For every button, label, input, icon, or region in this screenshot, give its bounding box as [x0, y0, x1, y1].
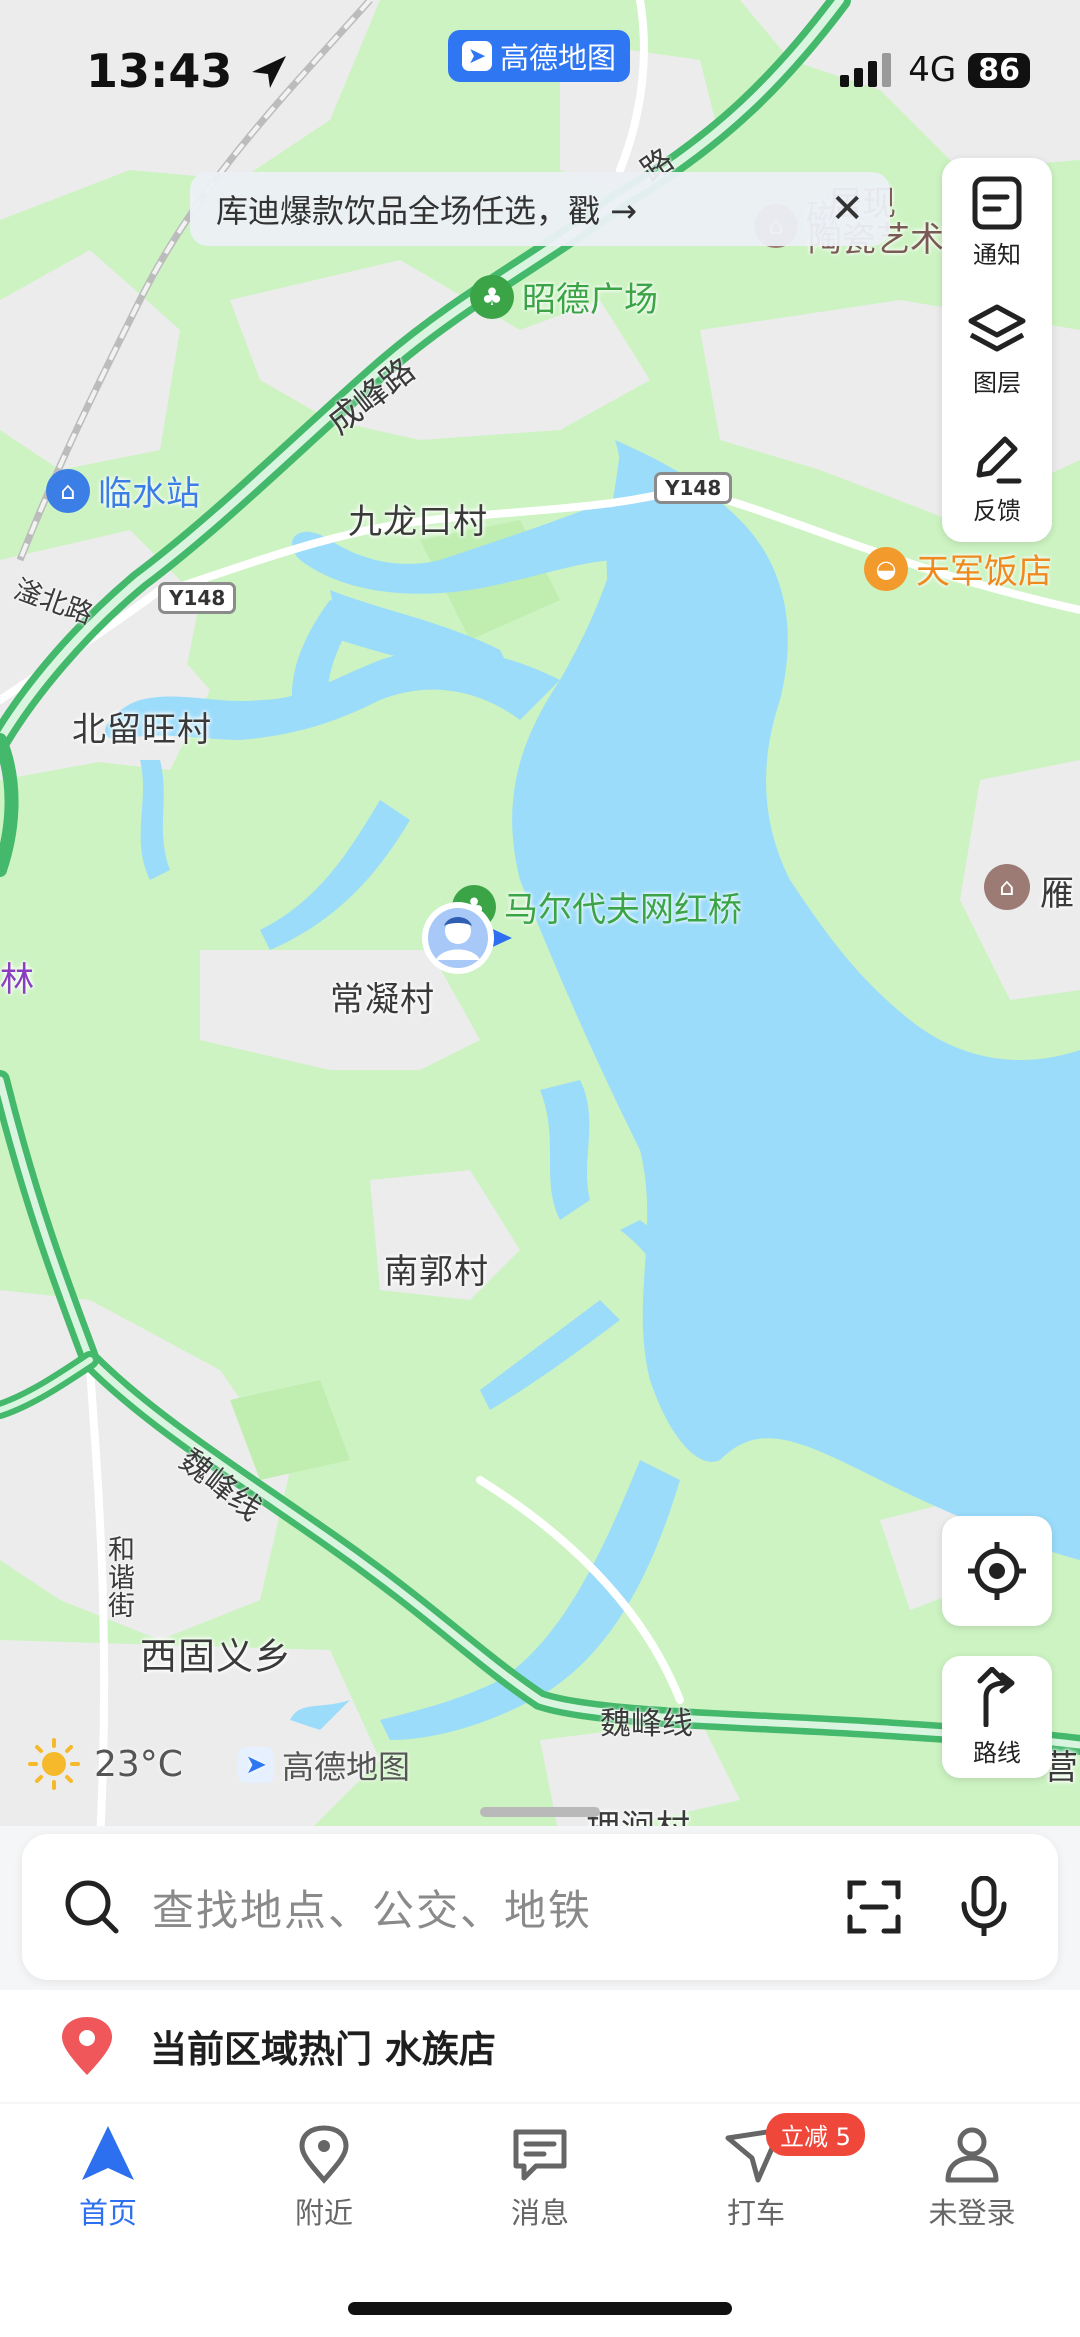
sheet-drag-handle[interactable] [480, 1807, 600, 1817]
layers-icon [968, 304, 1026, 351]
status-time: 13:43 [86, 44, 288, 98]
tab-label: 首页 [78, 2196, 137, 2230]
tab-label: 消息 [510, 2196, 569, 2230]
road-label-weifeng-2: 魏峰线 [600, 1706, 693, 1742]
search-bar[interactable]: 查找地点、公交、地铁 [22, 1834, 1058, 1980]
poi-label: 马尔代夫网红桥 [504, 890, 742, 930]
edit-icon [976, 436, 1022, 483]
microphone-icon[interactable] [960, 1876, 1008, 1938]
tab-label: 附近 [294, 2196, 353, 2230]
station-icon: ⌂ [46, 468, 90, 513]
layers-label: 图层 [973, 368, 1021, 397]
village-label[interactable]: 九龙口村 [348, 494, 488, 543]
township-label[interactable]: 西固义乡 [140, 1626, 292, 1680]
promo-banner-text: 库迪爆款饮品全场任选，戳 → [216, 192, 637, 230]
navigation-arrow-icon [82, 2126, 134, 2180]
search-icon [65, 1880, 119, 1934]
notify-label: 通知 [973, 240, 1021, 269]
road-shield-y148: Y148 [158, 582, 237, 614]
poi-label: 昭德广场 [522, 280, 658, 320]
edge-label: 雁 [1040, 874, 1075, 914]
notification-icon [972, 176, 1022, 229]
edge-label: 林 [0, 960, 35, 1000]
sun-icon [28, 1738, 80, 1790]
tab-profile[interactable]: 未登录 [902, 2124, 1042, 2232]
poi-linshui-station[interactable]: ⌂ 临水站 [46, 466, 200, 515]
feedback-button[interactable]: 反馈 [969, 431, 1025, 526]
network-type: 4G [908, 50, 957, 90]
search-input[interactable]: 查找地点、公交、地铁 [152, 1877, 844, 1938]
village-label[interactable]: 南郭村 [384, 1244, 489, 1293]
status-right: 4G 86 [840, 50, 1030, 90]
village-label[interactable]: 常凝村 [330, 972, 435, 1021]
amap-map-logo: ➤ 高德地图 [238, 1742, 410, 1788]
amap-brand-pill[interactable]: ➤ 高德地图 [448, 30, 630, 82]
poi-label: 天军饭店 [916, 552, 1052, 592]
feedback-label: 反馈 [973, 496, 1021, 525]
map-canvas[interactable]: 成峰路 路 滏北路 魏峰线 魏峰线 和 谐 街 Y148 Y148 九龙口村 北… [0, 0, 1080, 1840]
poi-tianjun-restaurant[interactable]: ◒ 天军饭店 [864, 544, 1052, 593]
message-icon [513, 2129, 567, 2181]
poi-zhaode-square[interactable]: ♣ 昭德广场 [470, 272, 658, 321]
amap-logo-icon: ➤ [461, 41, 492, 71]
temple-icon[interactable]: ⌂ [984, 864, 1030, 910]
location-services-icon [252, 56, 287, 88]
tab-label: 打车 [726, 2196, 785, 2230]
user-location-marker[interactable] [420, 898, 512, 978]
battery-indicator: 86 [968, 52, 1030, 88]
restaurant-icon: ◒ [864, 546, 908, 591]
home-indicator[interactable] [348, 2302, 732, 2315]
map-logo-label: 高德地图 [282, 1748, 411, 1786]
map-toolbar: 通知 图层 反馈 [942, 158, 1052, 542]
road-shield-y148: Y148 [654, 472, 733, 504]
weather-widget[interactable]: 23°C [28, 1738, 183, 1790]
route-label: 路线 [973, 1738, 1021, 1767]
layers-button[interactable]: 图层 [967, 303, 1027, 398]
notify-button[interactable]: 通知 [969, 175, 1025, 270]
close-icon[interactable]: ✕ [830, 186, 864, 232]
brand-pill-label: 高德地图 [499, 41, 616, 75]
location-pin-icon [299, 2125, 349, 2184]
poi-label: 临水站 [98, 474, 200, 514]
promo-banner[interactable]: 库迪爆款饮品全场任选，戳 → ✕ [190, 172, 890, 246]
amap-logo-icon: ➤ [238, 1747, 274, 1783]
weather-temp: 23°C [94, 1743, 183, 1785]
locate-icon [968, 1542, 1026, 1600]
taxi-discount-badge: 立减 5 [766, 2113, 865, 2156]
hot-recommendation-text: 当前区域热门 水族店 [150, 2028, 496, 2071]
park-icon: ♣ [470, 274, 514, 319]
tab-label: 未登录 [928, 2196, 1016, 2230]
location-arrow-icon [422, 902, 512, 974]
route-button[interactable]: 路线 [942, 1656, 1052, 1778]
tab-home[interactable]: 首页 [38, 2124, 178, 2232]
route-icon [977, 1666, 1015, 1727]
tab-messages[interactable]: 消息 [470, 2124, 610, 2232]
hot-recommendation-row[interactable]: 当前区域热门 水族店 [0, 1990, 1080, 2102]
location-pin-icon [62, 2017, 112, 2075]
village-label[interactable]: 北留旺村 [72, 702, 212, 751]
tab-nearby[interactable]: 附近 [254, 2124, 394, 2232]
scan-icon[interactable] [844, 1877, 904, 1937]
road-label-hexie-3: 街 [108, 1591, 135, 1622]
signal-icon [840, 53, 892, 87]
locate-button[interactable] [942, 1516, 1052, 1626]
user-icon [945, 2127, 999, 2183]
